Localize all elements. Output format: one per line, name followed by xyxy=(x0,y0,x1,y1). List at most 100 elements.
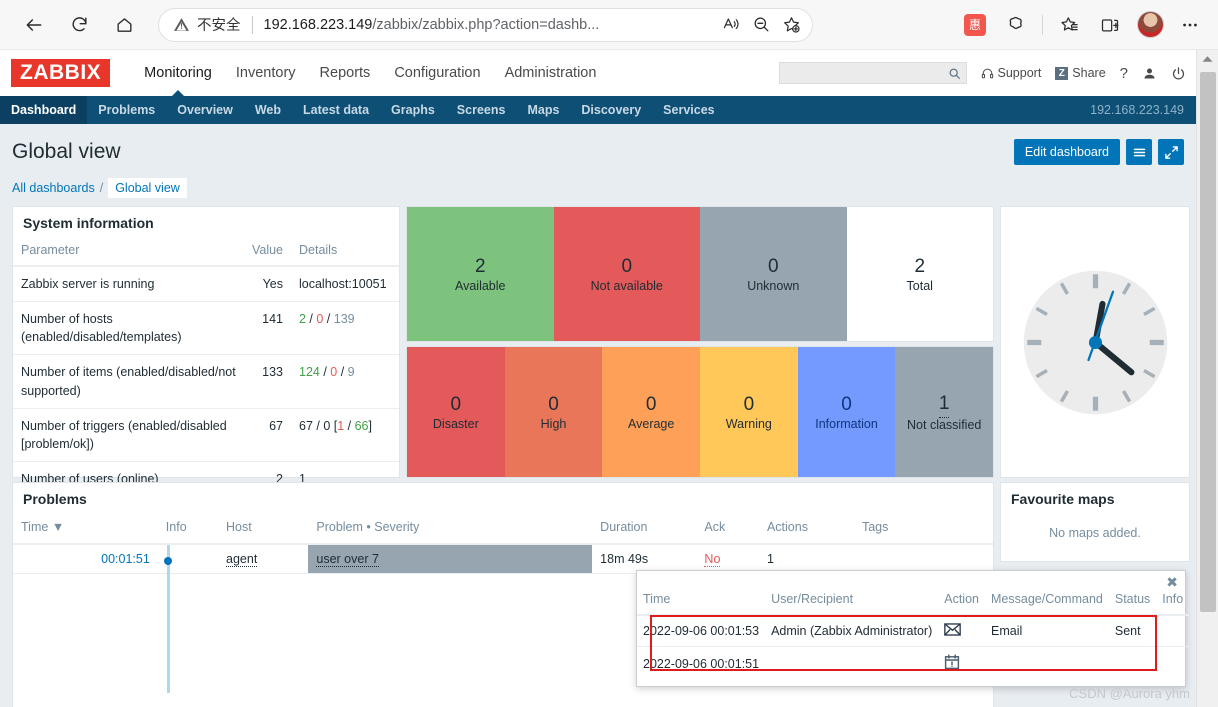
warning-count: 0 xyxy=(743,393,755,415)
th-problem-severity[interactable]: Problem • Severity xyxy=(308,514,593,545)
user-settings-button[interactable] xyxy=(1142,66,1157,81)
reload-button[interactable] xyxy=(61,7,97,43)
host-availability-total[interactable]: 2 Total xyxy=(846,207,993,341)
sysinfo-parameter: Number of triggers (enabled/disabled [pr… xyxy=(13,408,244,462)
host-availability-available[interactable]: 2 Available xyxy=(407,207,554,341)
dashboard-menu-button[interactable] xyxy=(1126,139,1152,165)
problem-name-cell[interactable]: user over 7 xyxy=(308,544,593,574)
share-link[interactable]: Z Share xyxy=(1055,66,1106,80)
subnav-item-latest-data[interactable]: Latest data xyxy=(292,96,380,124)
sysinfo-value: Yes xyxy=(243,266,291,303)
support-label: Support xyxy=(997,66,1042,80)
nav-item-reports[interactable]: Reports xyxy=(308,50,383,96)
unknown-count: 0 xyxy=(767,256,779,278)
nav-item-inventory[interactable]: Inventory xyxy=(224,50,308,96)
subnav-item-web[interactable]: Web xyxy=(244,96,292,124)
detail-part: 9 xyxy=(347,365,355,380)
th-info[interactable]: Info xyxy=(157,514,219,545)
action-details-popup: ✖ Time User/Recipient Action Message/Com… xyxy=(636,570,1190,687)
th-host[interactable]: Host xyxy=(218,514,309,545)
split-screen-button[interactable] xyxy=(1093,8,1127,42)
subnav-item-overview[interactable]: Overview xyxy=(166,96,244,124)
severity-not-classified[interactable]: 1 Not classified xyxy=(895,347,994,477)
system-information-title: System information xyxy=(23,215,154,231)
browser-essentials-button[interactable] xyxy=(998,8,1032,42)
severity-disaster[interactable]: 0 Disaster xyxy=(407,347,505,477)
close-icon[interactable]: ✖ xyxy=(1166,575,1178,589)
problem-host[interactable]: agent xyxy=(218,544,309,574)
action-info xyxy=(1156,615,1190,647)
th-time[interactable]: Time ▼ xyxy=(13,514,158,545)
zabbix-logo[interactable]: ZABBIX xyxy=(11,59,111,87)
extension-button[interactable]: 惠 xyxy=(958,8,992,42)
zoom-out-button[interactable] xyxy=(746,10,776,40)
breadcrumb-all-dashboards[interactable]: All dashboards xyxy=(12,181,95,195)
edit-dashboard-button[interactable]: Edit dashboard xyxy=(1013,139,1120,165)
severity-information[interactable]: 0 Information xyxy=(797,347,896,477)
page-scrollbar[interactable] xyxy=(1196,50,1218,707)
nav-item-administration[interactable]: Administration xyxy=(493,50,609,96)
more-options-button[interactable] xyxy=(1173,8,1207,42)
nav-item-configuration[interactable]: Configuration xyxy=(382,50,492,96)
table-row: Number of hosts (enabled/disabled/templa… xyxy=(13,301,399,356)
scroll-up-button[interactable] xyxy=(1197,50,1218,68)
th-ack[interactable]: Ack xyxy=(696,514,759,545)
subnav-item-dashboard[interactable]: Dashboard xyxy=(0,96,88,124)
read-aloud-button[interactable] xyxy=(716,10,746,40)
th-actions[interactable]: Actions xyxy=(758,514,854,545)
problem-info xyxy=(157,544,219,693)
sysinfo-value: 141 xyxy=(243,301,291,356)
problem-time-link[interactable]: 00:01:51 xyxy=(101,552,150,566)
information-label: Information xyxy=(815,417,878,432)
logout-button[interactable] xyxy=(1171,66,1186,81)
problem-name-link[interactable]: user over 7 xyxy=(316,552,379,567)
browser-toolbar: 不安全 192.168.223.149/zabbix/zabbix.php?ac… xyxy=(0,0,1218,50)
search-input[interactable] xyxy=(784,66,948,80)
profile-button[interactable] xyxy=(1133,8,1167,42)
url-path: /zabbix/zabbix.php?action=dashb... xyxy=(372,16,600,33)
home-button[interactable] xyxy=(106,7,142,43)
ack-link[interactable]: No xyxy=(704,552,721,567)
favorites-button[interactable] xyxy=(1053,8,1087,42)
global-search-box[interactable] xyxy=(778,62,967,84)
table-header-row: Time ▼ Info Host Problem • Severity Dura… xyxy=(13,514,993,545)
host-availability-unknown[interactable]: 0 Unknown xyxy=(700,207,847,341)
action-user: Admin (Zabbix Administrator) xyxy=(765,615,939,647)
subnav-item-problems[interactable]: Problems xyxy=(87,96,166,124)
zoom-out-icon xyxy=(754,17,768,32)
scrollbar-thumb[interactable] xyxy=(1200,72,1216,612)
table-header-row: Parameter Value Details xyxy=(13,238,399,267)
address-bar[interactable]: 不安全 192.168.223.149/zabbix/zabbix.php?ac… xyxy=(158,7,813,42)
not-classified-count[interactable]: 1 xyxy=(938,392,950,418)
severity-warning[interactable]: 0 Warning xyxy=(700,347,798,477)
th-tags[interactable]: Tags xyxy=(853,514,993,545)
subnav-item-services[interactable]: Services xyxy=(652,96,725,124)
th-time: Time xyxy=(637,588,766,616)
detail-part: / xyxy=(344,418,355,433)
detail-part: 66 xyxy=(354,418,369,433)
problem-host-link[interactable]: agent xyxy=(226,552,258,567)
back-button[interactable] xyxy=(16,7,52,43)
subnav-item-graphs[interactable]: Graphs xyxy=(380,96,446,124)
help-button[interactable]: ? xyxy=(1120,65,1128,82)
th-duration[interactable]: Duration xyxy=(592,514,697,545)
favourite-maps-empty-text: No maps added. xyxy=(1049,526,1141,540)
severity-average[interactable]: 0 Average xyxy=(602,347,701,477)
support-link[interactable]: Support xyxy=(981,66,1042,80)
main-navigation: Monitoring Inventory Reports Configurati… xyxy=(132,50,608,96)
subnav-item-screens[interactable]: Screens xyxy=(446,96,517,124)
action-time: 2022-09-06 00:01:53 xyxy=(637,615,766,647)
severity-high[interactable]: 0 High xyxy=(504,347,603,477)
host-availability-not-available[interactable]: 0 Not available xyxy=(553,207,700,341)
sysinfo-value: 133 xyxy=(243,354,291,409)
nav-item-monitoring[interactable]: Monitoring xyxy=(132,50,224,96)
table-row: 2022-09-06 00:01:53 Admin (Zabbix Admini… xyxy=(637,615,1190,647)
add-favorite-button[interactable] xyxy=(776,10,806,40)
problem-time[interactable]: 00:01:51 xyxy=(13,544,158,574)
breadcrumb-global-view[interactable]: Global view xyxy=(108,178,187,198)
kiosk-mode-button[interactable] xyxy=(1158,139,1184,165)
share-label: Share xyxy=(1072,66,1106,80)
actions-count-link[interactable]: 1 xyxy=(767,552,774,566)
subnav-item-discovery[interactable]: Discovery xyxy=(570,96,652,124)
subnav-item-maps[interactable]: Maps xyxy=(516,96,570,124)
